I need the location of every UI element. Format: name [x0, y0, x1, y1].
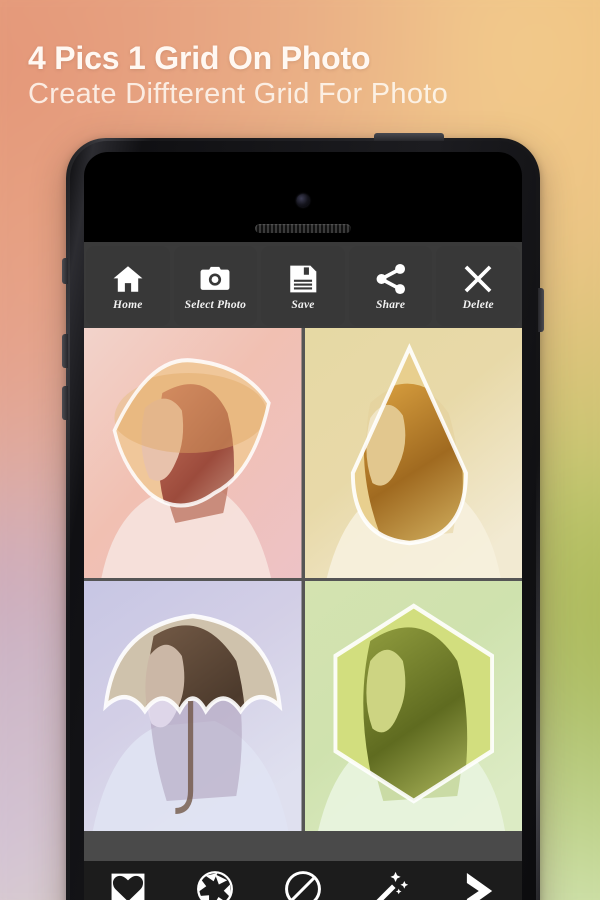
phone-mockup: Home Select Photo Save Share Delete: [62, 133, 544, 900]
change-shape-button[interactable]: Change Shape: [84, 868, 172, 900]
photo-cell-top-right[interactable]: [304, 328, 522, 578]
page-title: 4 Pics 1 Grid On Photo: [28, 40, 371, 76]
power-button[interactable]: [538, 288, 544, 332]
share-button-label: Share: [376, 298, 406, 311]
photo-cell-top-left[interactable]: [84, 328, 302, 578]
close-x-icon: [464, 265, 492, 292]
app-viewport: Home Select Photo Save Share Delete: [84, 242, 522, 900]
volume-up-button[interactable]: [62, 334, 68, 368]
magic-wand-icon: [376, 871, 408, 900]
silent-switch-button[interactable]: [62, 258, 68, 284]
share-button[interactable]: Share: [348, 246, 433, 326]
photo-hexagon-shape: [304, 581, 522, 831]
photo-teardrop-shape: [304, 328, 522, 578]
select-photo-button[interactable]: Select Photo: [173, 246, 258, 326]
effect-button[interactable]: Effect: [347, 868, 435, 900]
volume-down-button[interactable]: [62, 386, 68, 420]
top-toolbar: Home Select Photo Save Share Delete: [84, 242, 522, 328]
photo-umbrella-shape: [84, 581, 302, 831]
page-subtitle: Create Diffterent Grid For Photo: [28, 77, 449, 110]
share-nodes-icon: [376, 263, 405, 294]
delete-button[interactable]: Delete: [436, 246, 520, 326]
select-photo-button-label: Select Photo: [184, 298, 247, 311]
no-color-circle-slash-icon: [285, 871, 321, 900]
bottom-toolbar: Change Shape: [84, 861, 522, 900]
delete-button-label: Delete: [462, 298, 494, 311]
toolbar-spacer-band: [84, 831, 522, 861]
floppy-disk-icon: [290, 265, 317, 292]
front-camera-icon: [296, 194, 310, 207]
phone-top-antenna: [374, 133, 444, 141]
no-color-button[interactable]: No Color: [259, 868, 347, 900]
phone-screen: Home Select Photo Save Share Delete: [84, 152, 522, 900]
heart-shape-icon: [111, 873, 145, 900]
photo-cell-bottom-left[interactable]: [84, 581, 302, 831]
save-button[interactable]: Save: [261, 246, 345, 326]
change-color-button[interactable]: Change Color: [172, 868, 260, 900]
home-button[interactable]: Home: [86, 246, 170, 326]
promo-heading: 4 Pics 1 Grid On Photo Create Diffterent…: [28, 40, 449, 111]
next-button[interactable]: [434, 868, 522, 900]
home-button-label: Home: [113, 298, 143, 311]
chevron-right-icon: [467, 872, 493, 900]
aperture-icon: [197, 871, 234, 900]
save-button-label: Save: [291, 298, 315, 311]
home-icon: [113, 265, 143, 292]
camera-icon: [200, 266, 230, 290]
photo-grid: [84, 328, 522, 831]
photo-leaf-shape: [84, 328, 302, 578]
earpiece-speaker-icon: [255, 224, 351, 233]
photo-cell-bottom-right[interactable]: [304, 581, 522, 831]
